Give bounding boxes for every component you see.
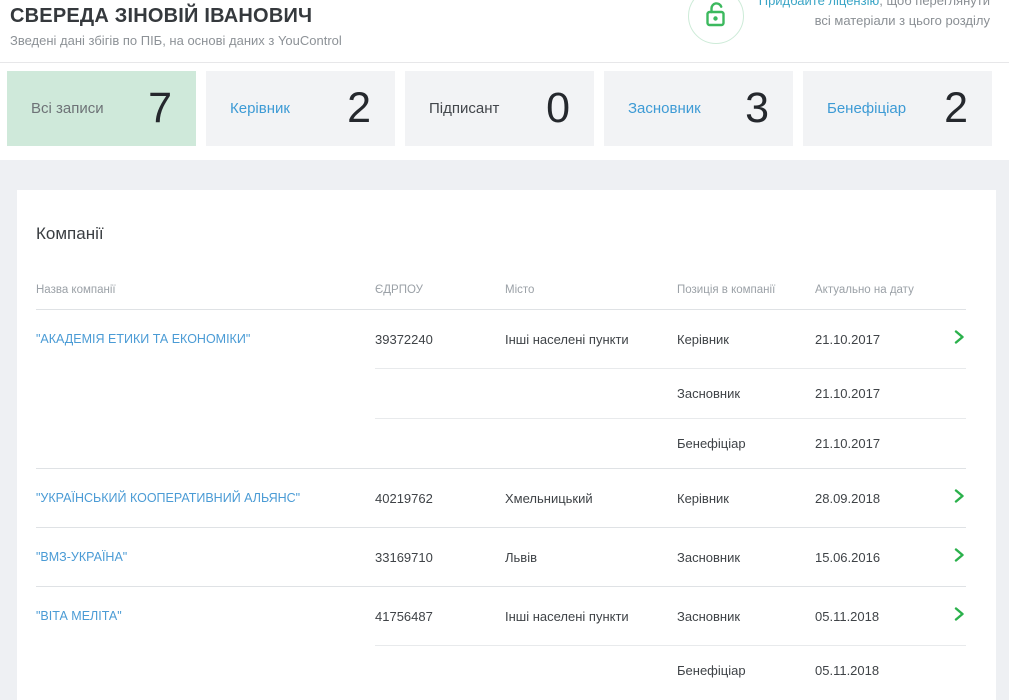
chevron-right-icon bbox=[953, 489, 966, 508]
row-expand-button[interactable] bbox=[953, 607, 966, 626]
table-row: "АКАДЕМІЯ ЕТИКИ ТА ЕКОНОМІКИ" 39372240 І… bbox=[36, 310, 966, 469]
company-name-link[interactable]: "ВІТА МЕЛІТА" bbox=[36, 608, 140, 625]
chevron-right-icon bbox=[953, 607, 966, 626]
tab-count: 2 bbox=[347, 84, 371, 133]
section-title: Компанії bbox=[36, 224, 966, 244]
city-cell: Львів bbox=[505, 550, 677, 565]
tab-count: 3 bbox=[745, 84, 769, 133]
role-tabs: Всі записи 7 Керівник 2 Підписант 0 Засн… bbox=[0, 63, 1009, 146]
company-name-link[interactable]: "УКРАЇНСЬКИЙ КООПЕРАТИВНИЙ АЛЬЯНС" bbox=[36, 490, 318, 507]
table-row: "ВІТА МЕЛІТА" 41756487 Інші населені пун… bbox=[36, 587, 966, 695]
tab-label: Засновник bbox=[628, 100, 701, 117]
position-cell: Бенефіціар bbox=[677, 436, 815, 451]
page-title: СВЕРЕДА ЗІНОВІЙ ІВАНОВИЧ bbox=[10, 5, 312, 28]
tab-count: 7 bbox=[148, 84, 172, 133]
company-name-link[interactable]: "АКАДЕМІЯ ЕТИКИ ТА ЕКОНОМІКИ" bbox=[36, 331, 268, 348]
tab-count: 2 bbox=[944, 84, 968, 133]
date-cell: 15.06.2016 bbox=[815, 550, 952, 565]
company-main-line: "АКАДЕМІЯ ЕТИКИ ТА ЕКОНОМІКИ" 39372240 І… bbox=[36, 310, 966, 368]
table-row: "ВМЗ-УКРАЇНА" 33169710 Львів Засновник 1… bbox=[36, 528, 966, 587]
edrpou-cell: 41756487 bbox=[375, 609, 505, 624]
lock-badge bbox=[688, 0, 744, 44]
col-header-city: Місто bbox=[505, 284, 677, 296]
license-line2: всі матеріали з цього розділу bbox=[815, 13, 990, 28]
position-cell: Засновник bbox=[677, 550, 815, 565]
col-header-name: Назва компанії bbox=[36, 284, 375, 296]
table-row: "УКРАЇНСЬКИЙ КООПЕРАТИВНИЙ АЛЬЯНС" 40219… bbox=[36, 469, 966, 528]
tab-kerivnyk[interactable]: Керівник 2 bbox=[206, 71, 395, 146]
date-cell: 28.09.2018 bbox=[815, 491, 952, 506]
tab-all-records[interactable]: Всі записи 7 bbox=[7, 71, 196, 146]
col-header-position: Позиція в компанії bbox=[677, 284, 815, 296]
company-name-link[interactable]: "ВМЗ-УКРАЇНА" bbox=[36, 549, 145, 566]
tab-zasnovnyk[interactable]: Засновник 3 bbox=[604, 71, 793, 146]
company-main-line: "ВІТА МЕЛІТА" 41756487 Інші населені пун… bbox=[36, 587, 966, 645]
company-sub-line: Бенефіціар 05.11.2018 bbox=[36, 645, 966, 695]
company-name-cell: "УКРАЇНСЬКИЙ КООПЕРАТИВНИЙ АЛЬЯНС" bbox=[36, 490, 375, 507]
table-header-row: Назва компанії ЄДРПОУ Місто Позиція в ко… bbox=[36, 284, 966, 310]
company-sub-line: Бенефіціар 21.10.2017 bbox=[36, 418, 966, 468]
row-expand-button[interactable] bbox=[953, 330, 966, 349]
page-header: СВЕРЕДА ЗІНОВІЙ ІВАНОВИЧ Зведені дані зб… bbox=[0, 0, 1009, 160]
page-subtitle: Зведені дані збігів по ПІБ, на основі да… bbox=[10, 33, 342, 48]
position-cell: Керівник bbox=[677, 491, 815, 506]
position-cell: Керівник bbox=[677, 332, 815, 347]
tab-label: Всі записи bbox=[31, 100, 104, 117]
row-expand-button[interactable] bbox=[953, 489, 966, 508]
date-cell: 21.10.2017 bbox=[815, 332, 952, 347]
date-cell: 21.10.2017 bbox=[815, 436, 952, 451]
edrpou-cell: 39372240 bbox=[375, 332, 505, 347]
company-sub-line: Засновник 21.10.2017 bbox=[36, 368, 966, 418]
tab-label: Бенефіціар bbox=[827, 100, 906, 117]
company-main-line: "УКРАЇНСЬКИЙ КООПЕРАТИВНИЙ АЛЬЯНС" 40219… bbox=[36, 469, 966, 527]
tab-beneficiar[interactable]: Бенефіціар 2 bbox=[803, 71, 992, 146]
tab-label: Керівник bbox=[230, 100, 290, 117]
chevron-right-icon bbox=[953, 330, 966, 349]
city-cell: Хмельницький bbox=[505, 491, 677, 506]
city-cell: Інші населені пункти bbox=[505, 609, 677, 624]
position-cell: Засновник bbox=[677, 609, 815, 624]
company-name-cell: "АКАДЕМІЯ ЕТИКИ ТА ЕКОНОМІКИ" bbox=[36, 331, 375, 348]
edrpou-cell: 40219762 bbox=[375, 491, 505, 506]
date-cell: 05.11.2018 bbox=[815, 609, 952, 624]
header-top: СВЕРЕДА ЗІНОВІЙ ІВАНОВИЧ Зведені дані зб… bbox=[0, 0, 1009, 63]
date-cell: 21.10.2017 bbox=[815, 386, 952, 401]
edrpou-cell: 33169710 bbox=[375, 550, 505, 565]
tab-count: 0 bbox=[546, 84, 570, 133]
open-lock-icon bbox=[704, 0, 728, 33]
date-cell: 05.11.2018 bbox=[815, 663, 952, 678]
license-text: Придбайте ліцензію, щоб переглянути всі … bbox=[759, 0, 990, 31]
buy-license-link[interactable]: Придбайте ліцензію bbox=[759, 0, 880, 8]
license-line1-rest: , щоб переглянути bbox=[879, 0, 990, 8]
company-main-line: "ВМЗ-УКРАЇНА" 33169710 Львів Засновник 1… bbox=[36, 528, 966, 586]
license-banner: Придбайте ліцензію, щоб переглянути всі … bbox=[688, 0, 990, 44]
companies-card: Компанії Назва компанії ЄДРПОУ Місто Поз… bbox=[17, 190, 996, 700]
city-cell: Інші населені пункти bbox=[505, 332, 677, 347]
chevron-right-icon bbox=[953, 548, 966, 567]
row-expand-button[interactable] bbox=[953, 548, 966, 567]
col-header-date: Актуально на дату bbox=[815, 284, 952, 296]
company-name-cell: "ВМЗ-УКРАЇНА" bbox=[36, 549, 375, 566]
position-cell: Бенефіціар bbox=[677, 663, 815, 678]
position-cell: Засновник bbox=[677, 386, 815, 401]
col-header-edrpou: ЄДРПОУ bbox=[375, 284, 505, 296]
tab-pidpysant[interactable]: Підписант 0 bbox=[405, 71, 594, 146]
tab-label: Підписант bbox=[429, 100, 499, 117]
company-name-cell: "ВІТА МЕЛІТА" bbox=[36, 608, 375, 625]
